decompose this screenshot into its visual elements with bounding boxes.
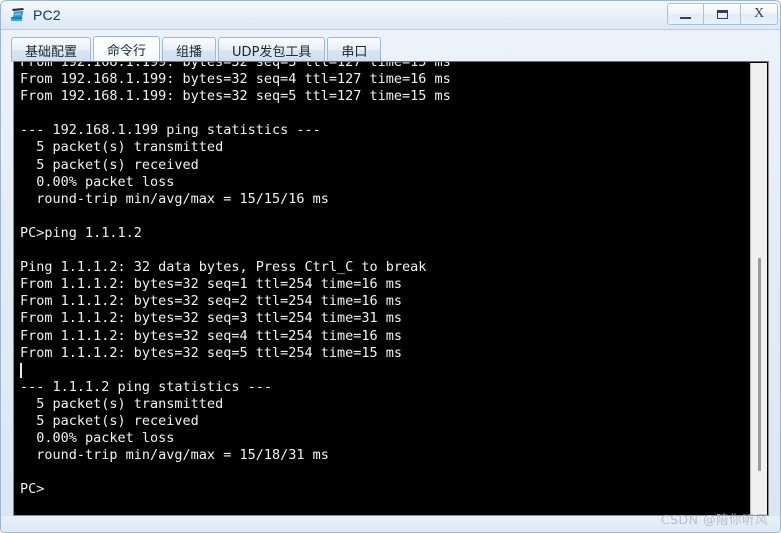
terminal-line: From 192.168.1.199: bytes=32 seq=5 ttl=1… [20, 88, 451, 105]
tab-serial-port[interactable]: 串口 [327, 37, 382, 62]
terminal-line: 5 packet(s) transmitted [20, 395, 224, 412]
terminal-line: round-trip min/avg/max = 15/15/16 ms [20, 190, 329, 207]
pc-device-icon [9, 6, 27, 24]
terminal-line: --- 1.1.1.2 ping statistics --- [20, 378, 272, 395]
terminal-line: From 1.1.1.2: bytes=32 seq=2 ttl=254 tim… [20, 293, 403, 310]
console-panel: From 192.168.1.199: bytes=32 seq=3 ttl=1… [13, 61, 769, 516]
terminal-line: 0.00% packet loss [20, 173, 175, 190]
tab-label: 组播 [176, 44, 203, 60]
terminal-lines: From 192.168.1.199: bytes=32 seq=3 ttl=1… [20, 62, 746, 498]
terminal-line: From 1.1.1.2: bytes=32 seq=5 ttl=254 tim… [20, 344, 403, 361]
title-bar[interactable]: PC2 X [1, 1, 780, 30]
terminal-line: PC>ping 1.1.1.2 [20, 224, 142, 241]
close-icon: X [753, 6, 765, 21]
terminal-line: 5 packet(s) received [20, 156, 199, 173]
tab-command-line[interactable]: 命令行 [93, 36, 161, 62]
terminal-line: From 192.168.1.199: bytes=32 seq=4 ttl=1… [20, 71, 451, 88]
pc2-window: PC2 X 基础配置 命令行 组播 UDP发包工具 串口 From 192.16… [0, 0, 781, 533]
terminal-line: From 1.1.1.2: bytes=32 seq=4 ttl=254 tim… [20, 327, 403, 344]
title-bar-left: PC2 [9, 1, 61, 29]
maximize-button[interactable] [704, 3, 741, 25]
terminal-line: --- 192.168.1.199 ping statistics --- [20, 122, 321, 139]
terminal-line: PC> [20, 481, 45, 498]
tab-label: UDP发包工具 [232, 44, 312, 60]
terminal-line: From 192.168.1.199: bytes=32 seq=3 ttl=1… [20, 62, 451, 70]
minimize-button[interactable] [667, 3, 704, 25]
terminal-scrollbar[interactable] [750, 63, 767, 515]
minimize-icon [680, 16, 691, 19]
window-controls: X [667, 3, 778, 25]
tab-strip: 基础配置 命令行 组播 UDP发包工具 串口 [11, 35, 382, 62]
close-button[interactable]: X [741, 3, 778, 25]
tab-label: 基础配置 [25, 44, 78, 60]
terminal-line: 0.00% packet loss [20, 430, 175, 447]
terminal-line: 5 packet(s) received [20, 412, 199, 429]
terminal-line [20, 362, 746, 379]
terminal-output[interactable]: From 192.168.1.199: bytes=32 seq=3 ttl=1… [14, 62, 750, 515]
terminal-line: round-trip min/avg/max = 15/18/31 ms [20, 447, 329, 464]
terminal-line: From 1.1.1.2: bytes=32 seq=3 ttl=254 tim… [20, 310, 403, 327]
tab-basic-config[interactable]: 基础配置 [11, 37, 92, 62]
terminal-line: 5 packet(s) transmitted [20, 139, 224, 156]
status-bar [1, 516, 780, 532]
scrollbar-thumb[interactable] [758, 258, 761, 471]
tab-multicast[interactable]: 组播 [162, 37, 217, 62]
tab-label: 串口 [341, 44, 368, 60]
maximize-icon [716, 9, 728, 19]
terminal-line: Ping 1.1.1.2: 32 data bytes, Press Ctrl_… [20, 259, 427, 276]
window-title: PC2 [33, 7, 61, 23]
tab-label: 命令行 [107, 44, 147, 59]
tab-udp-tool[interactable]: UDP发包工具 [218, 37, 326, 62]
terminal-line: From 1.1.1.2: bytes=32 seq=1 ttl=254 tim… [20, 276, 403, 293]
